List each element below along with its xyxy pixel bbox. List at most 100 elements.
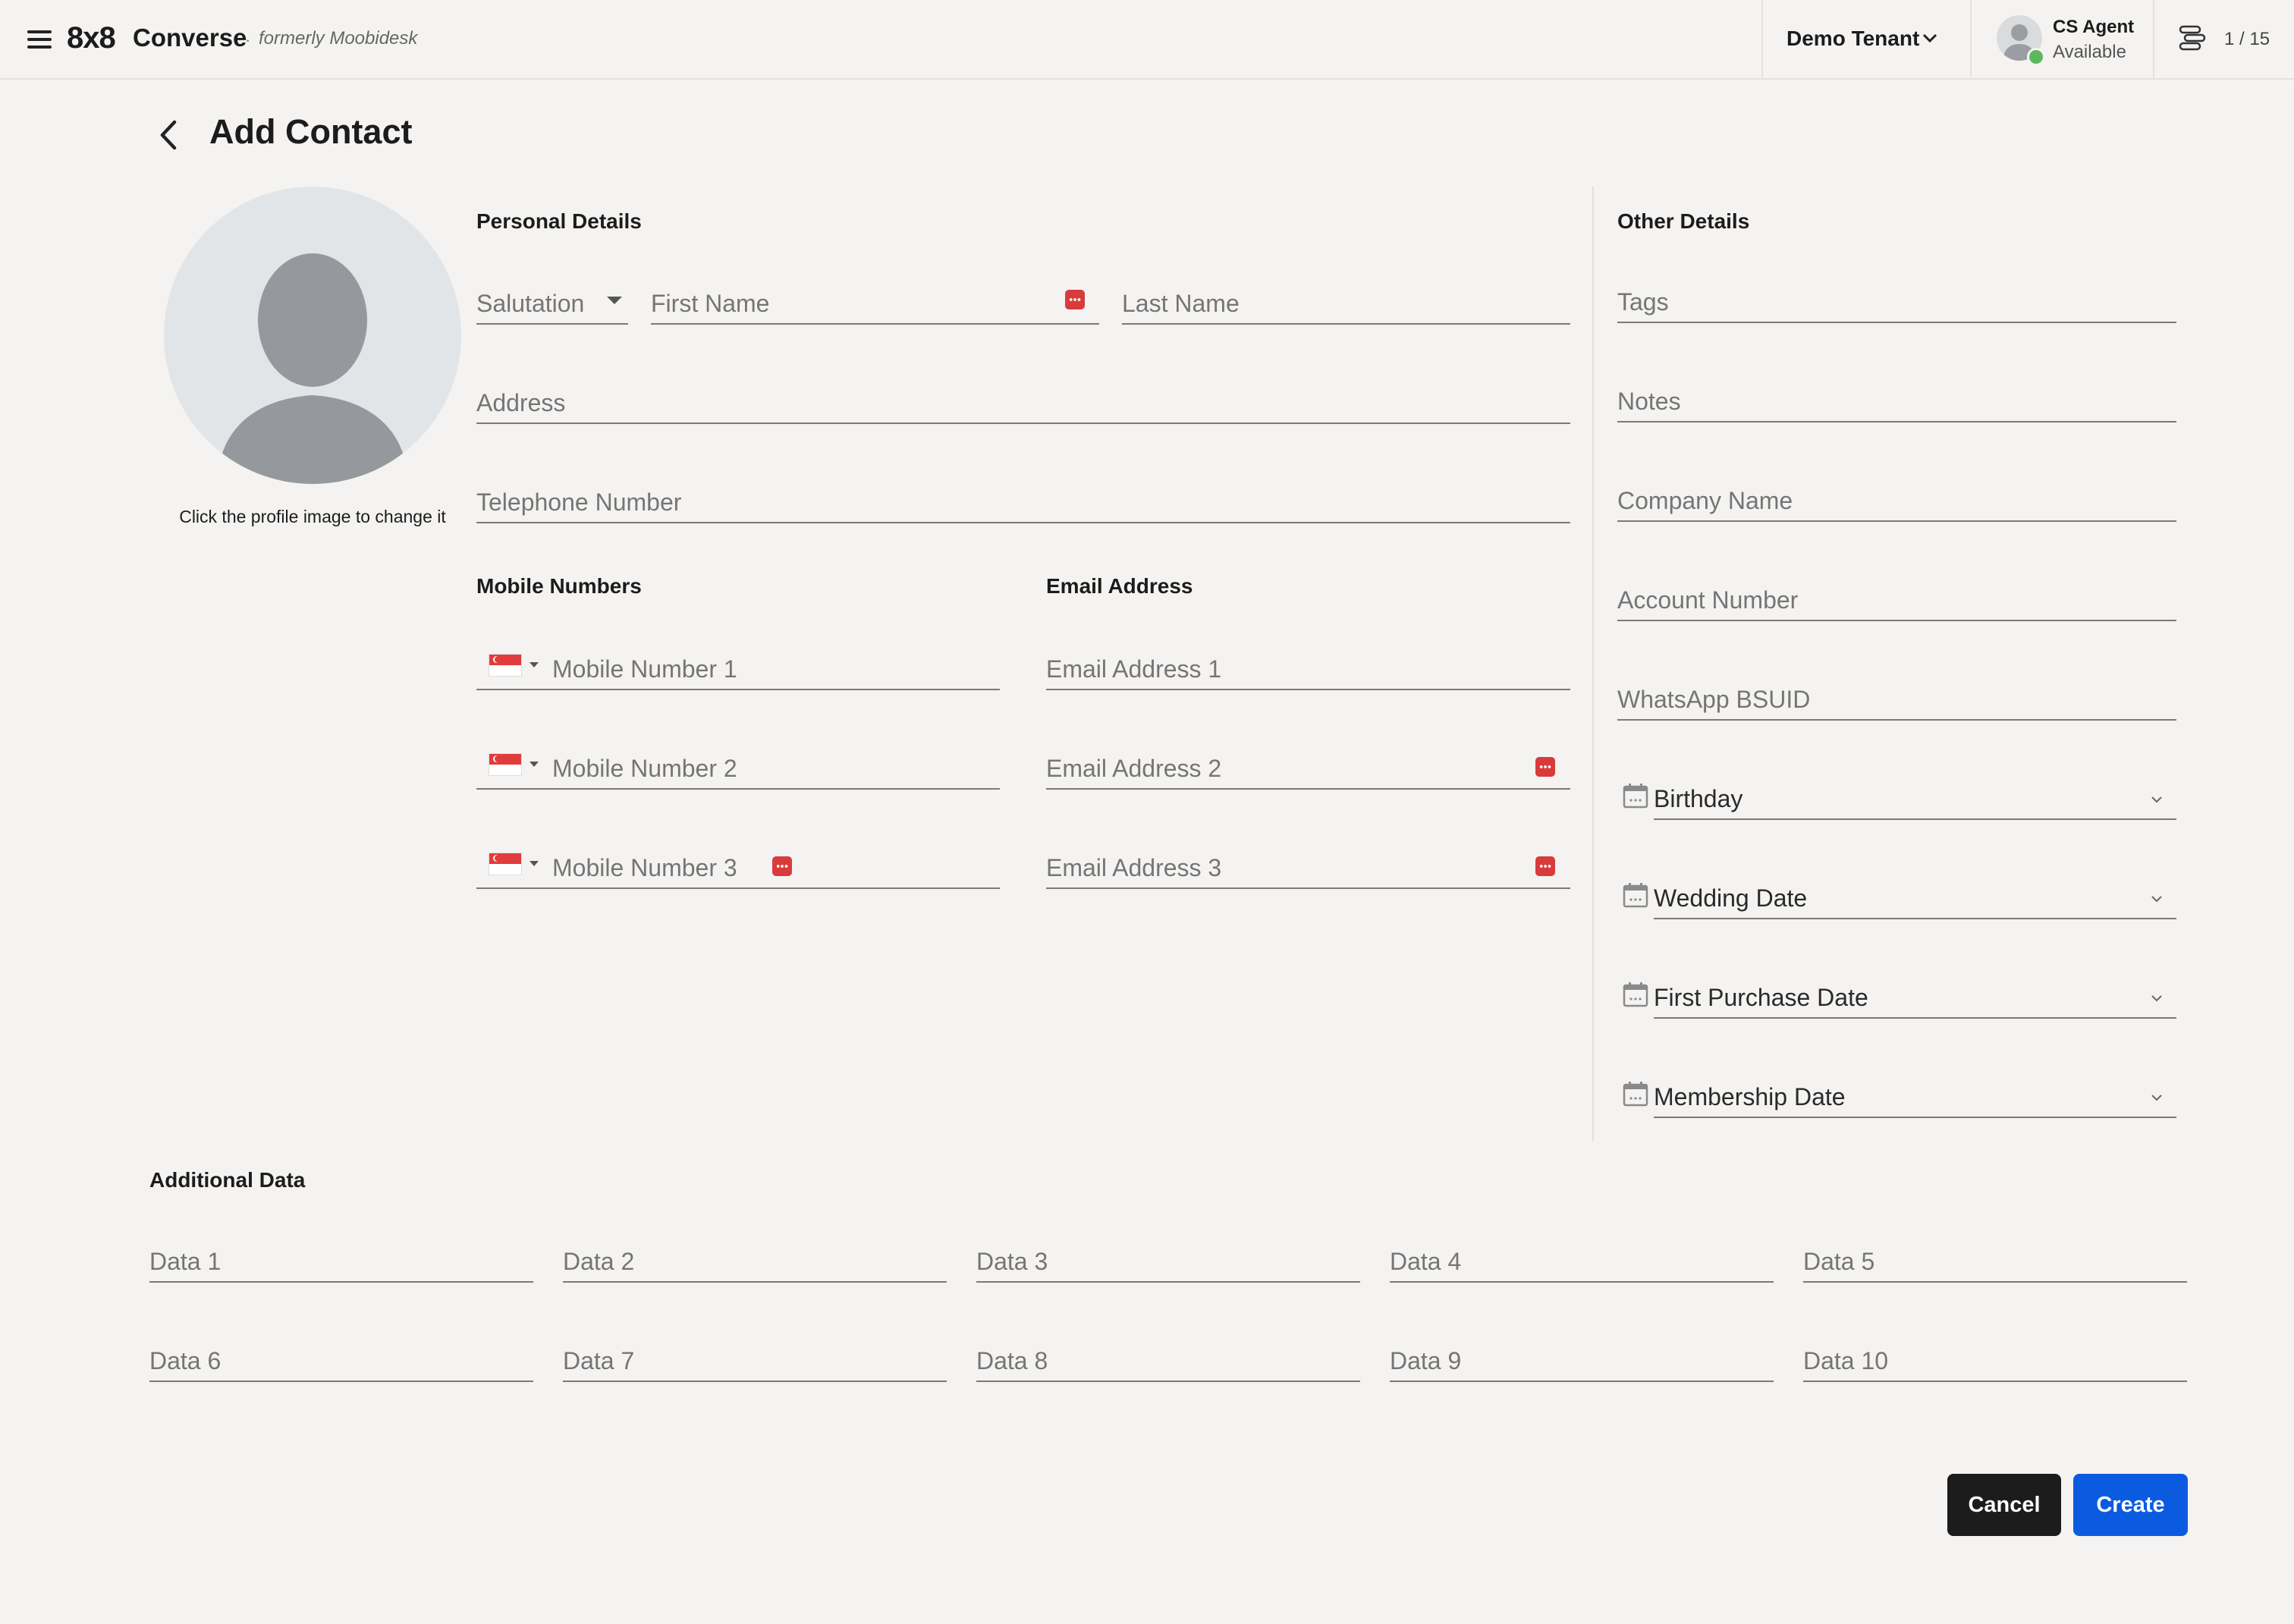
company-name-label: Company Name	[1617, 487, 1793, 514]
first-purchase-date-field[interactable]: First Purchase Date	[1654, 966, 2176, 1019]
data-8-label: Data 8	[976, 1347, 1048, 1374]
data-3-field[interactable]: Data 3	[976, 1230, 1360, 1283]
agent-status-menu[interactable]: CS Agent Available	[1972, 0, 2153, 78]
account-number-field[interactable]: Account Number	[1617, 568, 2176, 621]
brand-name: Converse	[133, 24, 247, 52]
membership-date-field[interactable]: Membership Date	[1654, 1065, 2176, 1118]
divider	[1970, 0, 1972, 78]
tenant-label: Demo Tenant	[1786, 27, 1920, 50]
country-dropdown-icon[interactable]	[530, 662, 539, 668]
additional-data-title: Additional Data	[149, 1168, 306, 1192]
mobile-number-2-field[interactable]: Mobile Number 2	[476, 737, 1000, 790]
password-manager-icon[interactable]	[772, 856, 792, 876]
email-address-2-field[interactable]: Email Address 2	[1046, 737, 1570, 790]
mobile-number-3-field[interactable]: Mobile Number 3	[476, 836, 1000, 889]
data-8-field[interactable]: Data 8	[976, 1329, 1360, 1382]
data-9-field[interactable]: Data 9	[1390, 1329, 1774, 1382]
chevron-down-icon	[2151, 1095, 2162, 1101]
address-label: Address	[476, 389, 566, 416]
data-1-label: Data 1	[149, 1248, 222, 1275]
data-1-field[interactable]: Data 1	[149, 1230, 533, 1283]
avatar-placeholder-icon	[217, 253, 408, 484]
calendar-icon[interactable]	[1622, 981, 1649, 1008]
mobile-number-1-field[interactable]: Mobile Number 1	[476, 637, 1000, 690]
data-3-label: Data 3	[976, 1248, 1048, 1275]
data-10-label: Data 10	[1803, 1347, 1889, 1374]
country-dropdown-icon[interactable]	[530, 762, 539, 767]
personal-details-title: Personal Details	[476, 209, 642, 233]
email-address-2-label: Email Address 2	[1046, 755, 1222, 782]
password-manager-icon[interactable]	[1535, 757, 1555, 777]
salutation-select[interactable]: Salutation	[476, 272, 628, 325]
mobile-numbers-title: Mobile Numbers	[476, 574, 642, 598]
dropdown-arrow-icon	[607, 297, 622, 304]
data-7-field[interactable]: Data 7	[563, 1329, 947, 1382]
data-6-label: Data 6	[149, 1347, 222, 1374]
create-button[interactable]: Create	[2073, 1474, 2188, 1536]
brand-separator: ·	[245, 30, 251, 49]
calendar-icon[interactable]	[1622, 782, 1649, 809]
tenant-selector[interactable]: Demo Tenant	[1761, 0, 1970, 78]
top-bar: 8x8 Converse · formerly Moobidesk Demo T…	[0, 0, 2294, 80]
first-name-field[interactable]: First Name	[651, 272, 1099, 325]
data-7-label: Data 7	[563, 1347, 635, 1374]
tags-field[interactable]: Tags	[1617, 270, 2176, 323]
mobile-number-3-label: Mobile Number 3	[552, 854, 737, 881]
first-purchase-date-label: First Purchase Date	[1654, 984, 1868, 1011]
agent-status: Available	[2053, 42, 2126, 62]
calendar-icon[interactable]	[1622, 1080, 1649, 1107]
avatar-caption: Click the profile image to change it	[179, 507, 446, 526]
brand-logo: 8x8	[67, 21, 116, 55]
country-dropdown-icon[interactable]	[530, 861, 539, 866]
section-divider	[1592, 187, 1594, 1141]
status-dot-icon	[2027, 48, 2045, 66]
last-name-label: Last Name	[1122, 290, 1240, 317]
chevron-down-icon	[2151, 896, 2162, 903]
data-2-field[interactable]: Data 2	[563, 1230, 947, 1283]
data-4-field[interactable]: Data 4	[1390, 1230, 1774, 1283]
email-address-1-label: Email Address 1	[1046, 655, 1222, 683]
data-5-field[interactable]: Data 5	[1803, 1230, 2187, 1283]
chevron-down-icon	[1922, 33, 1937, 43]
whatsapp-bsuid-field[interactable]: WhatsApp BSUID	[1617, 668, 2176, 721]
password-manager-icon[interactable]	[1535, 856, 1555, 876]
data-10-field[interactable]: Data 10	[1803, 1329, 2187, 1382]
sg-flag-icon[interactable]	[489, 753, 522, 776]
sg-flag-icon[interactable]	[489, 853, 522, 875]
calendar-icon[interactable]	[1622, 881, 1649, 909]
queue-icon[interactable]	[2177, 23, 2208, 53]
data-4-label: Data 4	[1390, 1248, 1462, 1275]
salutation-label: Salutation	[476, 290, 585, 317]
last-name-field[interactable]: Last Name	[1122, 272, 1570, 325]
notes-field[interactable]: Notes	[1617, 369, 2176, 422]
chevron-down-icon	[2151, 995, 2162, 1002]
back-arrow-icon[interactable]	[153, 119, 185, 151]
page-title: Add Contact	[209, 112, 413, 151]
data-6-field[interactable]: Data 6	[149, 1329, 533, 1382]
telephone-label: Telephone Number	[476, 488, 682, 516]
sg-flag-icon[interactable]	[489, 654, 522, 677]
brand-formerly: formerly Moobidesk	[259, 28, 418, 49]
data-5-label: Data 5	[1803, 1248, 1875, 1275]
email-address-title: Email Address	[1046, 574, 1193, 598]
address-field[interactable]: Address	[476, 371, 1570, 424]
birthday-label: Birthday	[1654, 785, 1743, 812]
telephone-field[interactable]: Telephone Number	[476, 470, 1570, 523]
password-manager-icon[interactable]	[1065, 290, 1085, 309]
notes-label: Notes	[1617, 388, 1681, 415]
wedding-date-field[interactable]: Wedding Date	[1654, 866, 2176, 919]
data-2-label: Data 2	[563, 1248, 635, 1275]
whatsapp-bsuid-label: WhatsApp BSUID	[1617, 686, 1811, 713]
menu-icon[interactable]	[27, 30, 52, 49]
cancel-button[interactable]: Cancel	[1947, 1474, 2061, 1536]
company-name-field[interactable]: Company Name	[1617, 469, 2176, 522]
chevron-down-icon	[2151, 796, 2162, 803]
other-details-title: Other Details	[1617, 209, 1750, 233]
account-number-label: Account Number	[1617, 586, 1799, 614]
queue-count: 1 / 15	[2224, 29, 2270, 49]
profile-image[interactable]	[164, 187, 461, 484]
email-address-1-field[interactable]: Email Address 1	[1046, 637, 1570, 690]
email-address-3-label: Email Address 3	[1046, 854, 1222, 881]
email-address-3-field[interactable]: Email Address 3	[1046, 836, 1570, 889]
birthday-field[interactable]: Birthday	[1654, 767, 2176, 820]
